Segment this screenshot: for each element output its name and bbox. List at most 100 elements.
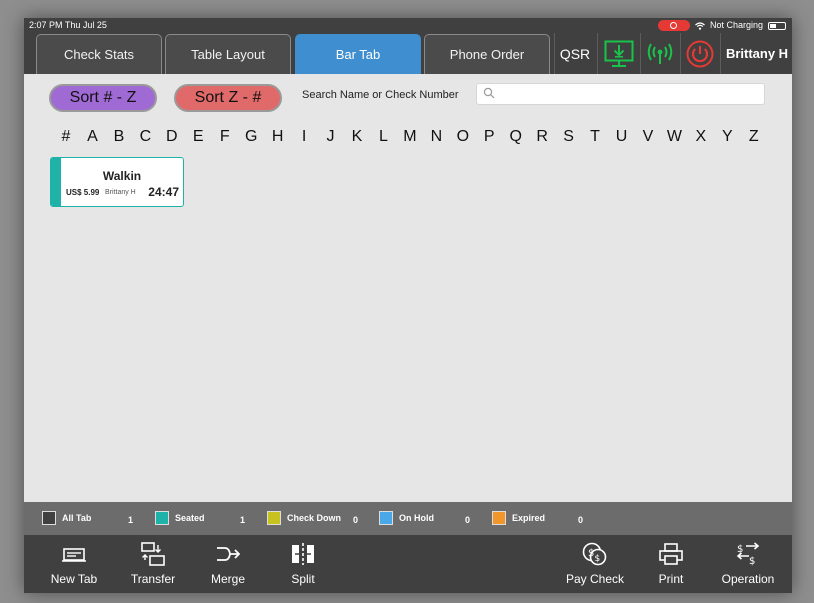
legend-label: Expired [512, 513, 546, 523]
alpha-filter-g[interactable]: G [239, 128, 263, 146]
search-box[interactable] [476, 83, 765, 105]
transfer-button[interactable]: Transfer [118, 535, 188, 593]
merge-icon [217, 547, 240, 561]
legend-count: 0 [465, 515, 471, 525]
new-tab-label: New Tab [50, 572, 98, 586]
legend-count: 0 [353, 515, 359, 525]
alpha-filter-o[interactable]: O [451, 128, 475, 146]
legend-swatch [492, 511, 506, 525]
app-window: 2:07 PM Thu Jul 25 Not Charging Check St… [24, 18, 792, 593]
sort-descending-button[interactable]: Sort Z - # [174, 84, 282, 112]
alpha-filter-h[interactable]: H [266, 128, 290, 146]
wifi-icon [695, 21, 705, 30]
alpha-filter-p[interactable]: P [477, 128, 501, 146]
alpha-filter-y[interactable]: Y [715, 128, 739, 146]
bottom-toolbar: New Tab Transfer Merge Split $ $ Pay Che… [24, 535, 792, 593]
alpha-filter-hash[interactable]: # [54, 128, 78, 146]
printer-icon [659, 543, 683, 565]
split-label: Split [291, 572, 315, 586]
alpha-filter-e[interactable]: E [186, 128, 210, 146]
alpha-filter-l[interactable]: L [371, 128, 395, 146]
user-name[interactable]: Brittany H [722, 33, 792, 74]
operation-button[interactable]: $ $ Operation [713, 535, 783, 593]
alpha-filter-x[interactable]: X [689, 128, 713, 146]
status-time: 2:07 PM Thu Jul 25 [29, 20, 107, 30]
legend-label: Seated [175, 513, 205, 523]
search-label: Search Name or Check Number [302, 89, 459, 101]
alpha-filter-u[interactable]: U [610, 128, 634, 146]
status-legend: All Tab 1 Seated 1 Check Down 0 On Hold … [24, 502, 792, 535]
legend-label: On Hold [399, 513, 434, 523]
operation-label: Operation [721, 572, 775, 586]
legend-swatch [379, 511, 393, 525]
power-icon [686, 40, 714, 67]
tab-check-stats[interactable]: Check Stats [36, 34, 162, 74]
check-status-bar [51, 158, 61, 206]
check-amount: US$ 5.99 [66, 188, 100, 197]
pay-check-button[interactable]: $ $ Pay Check [560, 535, 630, 593]
legend-label: All Tab [62, 513, 92, 523]
check-elapsed-time: 24:47 [148, 185, 179, 199]
battery-status-text: Not Charging [709, 20, 763, 30]
new-tab-icon [62, 548, 86, 562]
svg-text:$: $ [749, 556, 755, 566]
check-server: Brittany H [105, 189, 136, 196]
broadcast-signal-icon [647, 43, 673, 64]
connection-status-button[interactable] [641, 33, 679, 74]
top-nav: Check Stats Table Layout Bar Tab Phone O… [24, 33, 792, 74]
alpha-filter-b[interactable]: B [107, 128, 131, 146]
legend-expired[interactable]: Expired [492, 511, 545, 525]
nav-divider [720, 33, 721, 74]
qsr-button[interactable]: QSR [554, 33, 596, 74]
legend-count: 1 [128, 515, 134, 525]
tab-bar-tab[interactable]: Bar Tab [295, 34, 421, 74]
alpha-filter-d[interactable]: D [160, 128, 184, 146]
alpha-filter-f[interactable]: F [213, 128, 237, 146]
alpha-filter-r[interactable]: R [530, 128, 554, 146]
pay-check-icon: $ $ [582, 542, 607, 566]
alpha-filter-k[interactable]: K [345, 128, 369, 146]
alpha-filter-n[interactable]: N [424, 128, 448, 146]
download-monitor-button[interactable] [600, 33, 638, 74]
transfer-icon [141, 542, 165, 566]
alpha-filter-w[interactable]: W [662, 128, 686, 146]
new-tab-button[interactable]: New Tab [39, 535, 109, 593]
legend-count: 1 [240, 515, 246, 525]
legend-count: 0 [578, 515, 584, 525]
legend-seated[interactable]: Seated [155, 511, 205, 525]
alpha-filter-s[interactable]: S [557, 128, 581, 146]
status-bar: 2:07 PM Thu Jul 25 Not Charging [24, 18, 792, 33]
search-input[interactable] [499, 86, 759, 102]
legend-label: Check Down [287, 513, 342, 523]
check-name: Walkin [102, 169, 142, 183]
sort-ascending-button[interactable]: Sort # - Z [49, 84, 157, 112]
operation-icon: $ $ [736, 542, 760, 566]
legend-swatch [155, 511, 169, 525]
check-card[interactable]: Walkin US$ 5.99 Brittany H 24:47 [50, 157, 184, 207]
legend-on-hold[interactable]: On Hold [379, 511, 434, 525]
alpha-filter-i[interactable]: I [292, 128, 316, 146]
svg-text:$: $ [588, 548, 594, 559]
alpha-filter-c[interactable]: C [133, 128, 157, 146]
alpha-filter-v[interactable]: V [636, 128, 660, 146]
merge-button[interactable]: Merge [193, 535, 263, 593]
alpha-filter-a[interactable]: A [80, 128, 104, 146]
download-monitor-icon [604, 40, 634, 67]
alpha-filter-t[interactable]: T [583, 128, 607, 146]
alphabet-filter: # A B C D E F G H I J K L M N O P Q R S … [54, 128, 766, 146]
recording-indicator-icon [657, 20, 690, 31]
alpha-filter-q[interactable]: Q [504, 128, 528, 146]
alpha-filter-m[interactable]: M [398, 128, 422, 146]
tab-table-layout[interactable]: Table Layout [165, 34, 291, 74]
split-icon [292, 543, 314, 565]
nav-divider [597, 33, 598, 74]
svg-text:$: $ [595, 554, 601, 564]
power-button[interactable] [681, 33, 719, 74]
tab-phone-order[interactable]: Phone Order [424, 34, 550, 74]
legend-all-tab[interactable]: All Tab [42, 511, 91, 525]
alpha-filter-z[interactable]: Z [742, 128, 766, 146]
legend-check-down[interactable]: Check Down [267, 511, 341, 525]
print-button[interactable]: Print [636, 535, 706, 593]
alpha-filter-j[interactable]: J [319, 128, 343, 146]
split-button[interactable]: Split [268, 535, 338, 593]
